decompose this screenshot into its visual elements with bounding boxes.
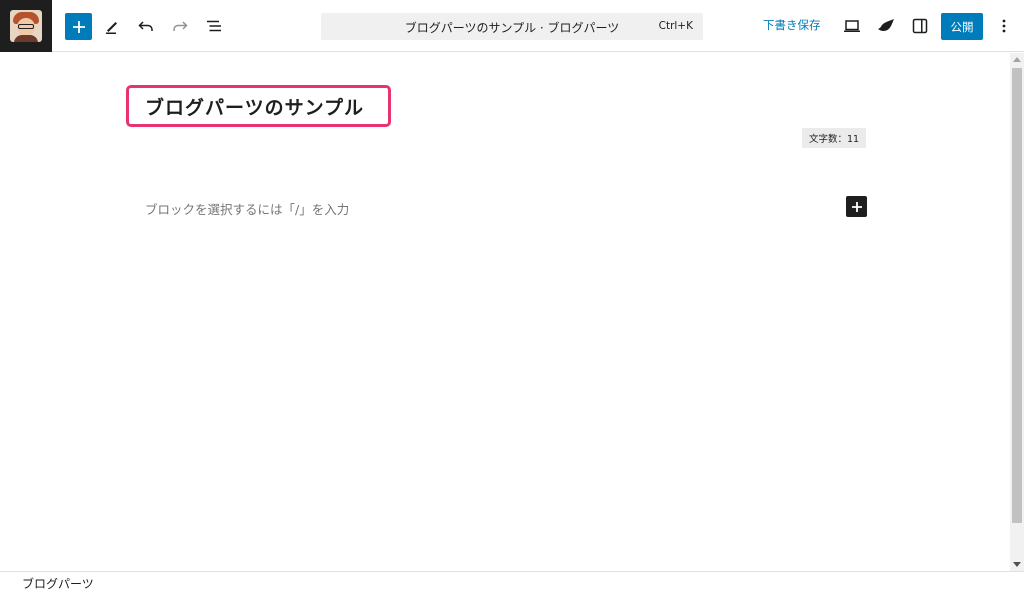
editor-footer: ブログパーツ [0,571,1024,592]
editor-header: ブログパーツのサンプル · ブログパーツ Ctrl+K 下書き保存 公開 [0,0,1024,52]
kebab-icon [1002,19,1006,33]
undo-icon [138,21,153,31]
pencil-icon [106,22,117,34]
preview-button[interactable] [839,13,865,39]
redo-icon [173,21,188,31]
settings-sidebar-button[interactable] [907,13,933,39]
command-title: ブログパーツのサンプル · ブログパーツ [404,21,620,35]
sidebar-icon [912,18,928,34]
save-draft-button[interactable]: 下書き保存 [763,17,821,33]
avatar [10,10,42,42]
plus-icon [72,20,85,33]
theme-plugin-button[interactable] [873,13,899,39]
undo-button[interactable] [133,13,159,39]
block-inserter-toggle-button[interactable] [65,13,92,40]
publish-button[interactable]: 公開 [941,13,983,40]
editor-canvas[interactable]: ブログパーツのサンプル 文字数：11 ブロックを選択するには「/」を入力 [0,53,1010,571]
laptop-icon [844,20,860,32]
breadcrumb[interactable]: ブログパーツ [22,575,94,592]
block-placeholder[interactable]: ブロックを選択するには「/」を入力 [145,199,349,218]
character-count-badge: 文字数：11 [802,128,867,148]
post-title[interactable]: ブログパーツのサンプル [145,93,364,120]
options-menu-button[interactable] [991,13,1017,39]
scroll-up-arrow-icon[interactable] [1013,57,1021,62]
tools-button[interactable] [99,13,125,39]
vertical-scrollbar[interactable] [1010,53,1024,571]
command-palette-button[interactable]: ブログパーツのサンプル · ブログパーツ Ctrl+K [321,13,703,40]
leaf-icon [878,19,894,31]
list-view-icon [207,20,221,32]
inline-block-inserter-button[interactable] [846,196,867,217]
document-overview-button[interactable] [201,13,227,39]
redo-button[interactable] [167,13,193,39]
scrollbar-thumb[interactable] [1012,68,1022,523]
site-logo-button[interactable] [0,0,52,52]
scroll-down-arrow-icon[interactable] [1013,562,1021,567]
plus-icon [851,201,862,212]
command-shortcut: Ctrl+K [658,20,693,32]
